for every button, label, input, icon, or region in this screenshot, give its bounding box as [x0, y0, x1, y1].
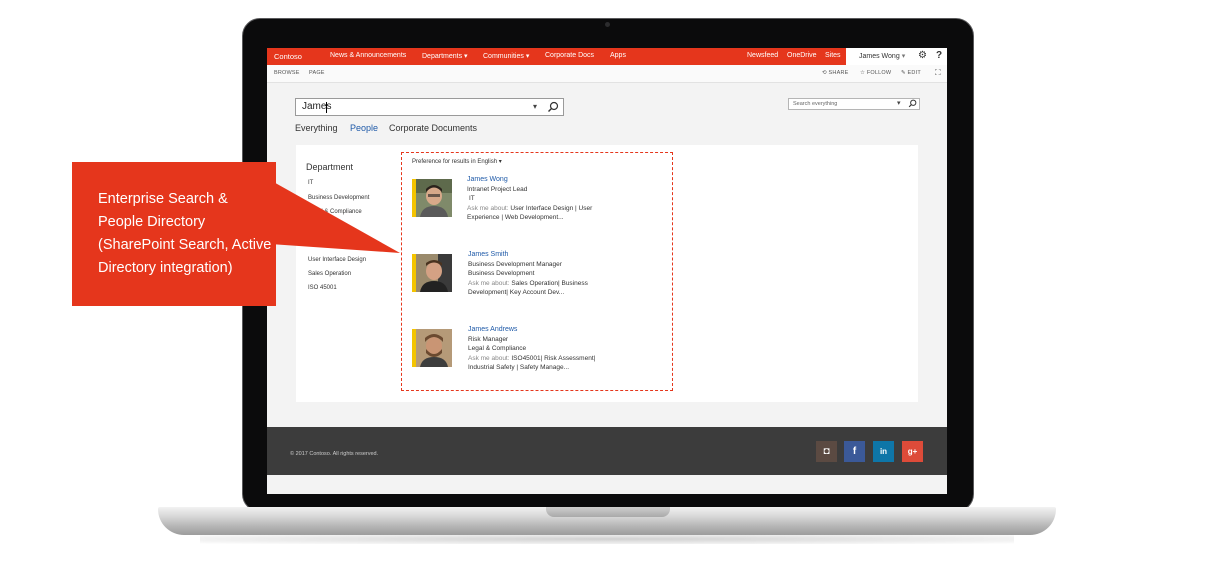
- help-icon[interactable]: ?: [936, 50, 942, 61]
- edit-button[interactable]: ✎ EDIT: [901, 70, 921, 76]
- chevron-down-icon[interactable]: ▾: [533, 102, 537, 111]
- chevron-down-icon: ▾: [901, 53, 906, 60]
- nav-item-apps[interactable]: Apps: [610, 52, 626, 59]
- googleplus-icon[interactable]: g+: [902, 441, 923, 462]
- chevron-down-icon[interactable]: ▾: [897, 99, 901, 107]
- laptop-notch: [546, 507, 670, 517]
- instagram-icon[interactable]: ◘: [816, 441, 837, 462]
- ask-line-2: Development| Key Account Dev...: [468, 289, 565, 296]
- laptop-shadow: [200, 534, 1014, 544]
- nav-item-departments[interactable]: Departments ▾: [422, 52, 468, 60]
- search-input[interactable]: James ▾: [295, 98, 564, 116]
- user-menu[interactable]: James Wong ▾: [859, 52, 905, 60]
- ask-label: Ask me about:: [468, 354, 510, 362]
- avatar[interactable]: [412, 329, 452, 367]
- people-results: Preference for results in English ▾ Jame…: [401, 152, 673, 391]
- link-sites[interactable]: Sites: [825, 52, 841, 59]
- language-preference-label: Preference for results in English: [412, 159, 498, 165]
- share-label: SHARE: [828, 70, 849, 76]
- person-details: James Smith Business Development Manager…: [468, 250, 588, 298]
- text-caret: [326, 102, 327, 113]
- person-department: Legal & Compliance: [468, 345, 527, 352]
- person-department: Business Development: [468, 270, 535, 277]
- follow-button[interactable]: ☆ FOLLOW: [860, 70, 891, 76]
- person-name[interactable]: James Andrews: [468, 325, 595, 335]
- person-details: James Andrews Risk Manager Legal & Compl…: [468, 325, 595, 373]
- refiner-title: Department: [306, 162, 354, 172]
- facebook-icon[interactable]: f: [844, 441, 865, 462]
- callout-line: (SharePoint Search, Active: [98, 237, 272, 253]
- callout-line: People Directory: [98, 214, 206, 230]
- person-title: Intranet Project Lead: [467, 185, 528, 193]
- search-query: James: [302, 101, 332, 112]
- focus-icon[interactable]: ⛶: [935, 68, 941, 78]
- tab-corporate-documents[interactable]: Corporate Documents: [389, 123, 477, 133]
- person-department: IT: [469, 195, 475, 202]
- site-search-input[interactable]: Search everything ▾: [788, 98, 920, 110]
- callout-text: Enterprise Search & People Directory (Sh…: [98, 188, 298, 280]
- star-icon: ☆: [860, 70, 866, 76]
- link-onedrive[interactable]: OneDrive: [787, 52, 817, 59]
- person-title: Risk Manager: [468, 335, 509, 343]
- chevron-down-icon: ▾: [525, 53, 530, 60]
- tab-people[interactable]: People: [350, 123, 378, 133]
- nav-item-corporate-docs[interactable]: Corporate Docs: [545, 52, 594, 59]
- nav-item-departments-label: Departments: [422, 53, 463, 60]
- link-newsfeed[interactable]: Newsfeed: [747, 52, 778, 59]
- chevron-down-icon: ▾: [464, 53, 468, 60]
- search-icon[interactable]: [908, 99, 917, 110]
- ask-label: Ask me about:: [467, 204, 509, 212]
- avatar[interactable]: [412, 179, 452, 217]
- screen: Contoso News & Announcements Departments…: [267, 48, 947, 494]
- share-icon: ⟲: [822, 70, 827, 76]
- person-name[interactable]: James Smith: [468, 250, 588, 260]
- person-name[interactable]: James Wong: [467, 175, 592, 185]
- linkedin-icon[interactable]: in: [873, 441, 894, 462]
- person-expertise: Ask me about: Sales Operation| Business: [468, 279, 588, 289]
- ask-line-1: ISO45001| Risk Assessment|: [511, 354, 596, 362]
- person-expertise: Ask me about: ISO45001| Risk Assessment|: [468, 354, 595, 364]
- chevron-down-icon: ▾: [498, 159, 502, 165]
- ask-line-1: User Interface Design | User: [510, 204, 593, 212]
- suite-bar: Contoso News & Announcements Departments…: [267, 48, 947, 65]
- pencil-icon: ✎: [901, 70, 906, 76]
- nav-item-news[interactable]: News & Announcements: [330, 52, 406, 59]
- ribbon-tab-browse[interactable]: BROWSE: [274, 70, 300, 76]
- nav-item-communities[interactable]: Communities ▾: [483, 52, 529, 60]
- language-preference[interactable]: Preference for results in English ▾: [412, 158, 502, 165]
- follow-label: FOLLOW: [866, 70, 892, 76]
- share-button[interactable]: ⟲ SHARE: [822, 70, 849, 76]
- refiner-item[interactable]: Sales Operation: [308, 271, 351, 277]
- person-expertise: Ask me about: User Interface Design | Us…: [467, 204, 592, 214]
- avatar[interactable]: [412, 254, 452, 292]
- callout-line: Enterprise Search &: [98, 191, 228, 207]
- ask-line-1: Sales Operation| Business: [511, 279, 588, 287]
- user-name: James Wong: [859, 53, 900, 60]
- nav-item-communities-label: Communities: [483, 53, 524, 60]
- ask-label: Ask me about:: [468, 279, 510, 287]
- camera-icon: [605, 22, 610, 27]
- site-search-placeholder: Search everything: [793, 101, 838, 107]
- ask-line-2: Industrial Safety | Safety Manage...: [468, 364, 570, 371]
- ask-line-2: Experience | Web Development...: [467, 214, 564, 221]
- search-icon[interactable]: [547, 100, 559, 118]
- tab-everything[interactable]: Everything: [295, 123, 338, 133]
- refiner-item[interactable]: ISO 45001: [308, 285, 337, 291]
- brand-link[interactable]: Contoso: [274, 52, 302, 61]
- copyright: © 2017 Contoso. All rights reserved.: [290, 451, 379, 457]
- gear-icon[interactable]: ⚙: [918, 50, 927, 61]
- ribbon: BROWSE PAGE ⟲ SHARE ☆ FOLLOW ✎ EDIT ⛶: [267, 65, 947, 83]
- callout-line: Directory integration): [98, 260, 233, 276]
- user-area: James Wong ▾ ⚙ ?: [846, 48, 947, 65]
- person-title: Business Development Manager: [468, 260, 562, 268]
- person-details: James Wong Intranet Project Lead IT Ask …: [467, 175, 592, 223]
- ribbon-tab-page[interactable]: PAGE: [309, 70, 325, 76]
- edit-label: EDIT: [907, 70, 921, 76]
